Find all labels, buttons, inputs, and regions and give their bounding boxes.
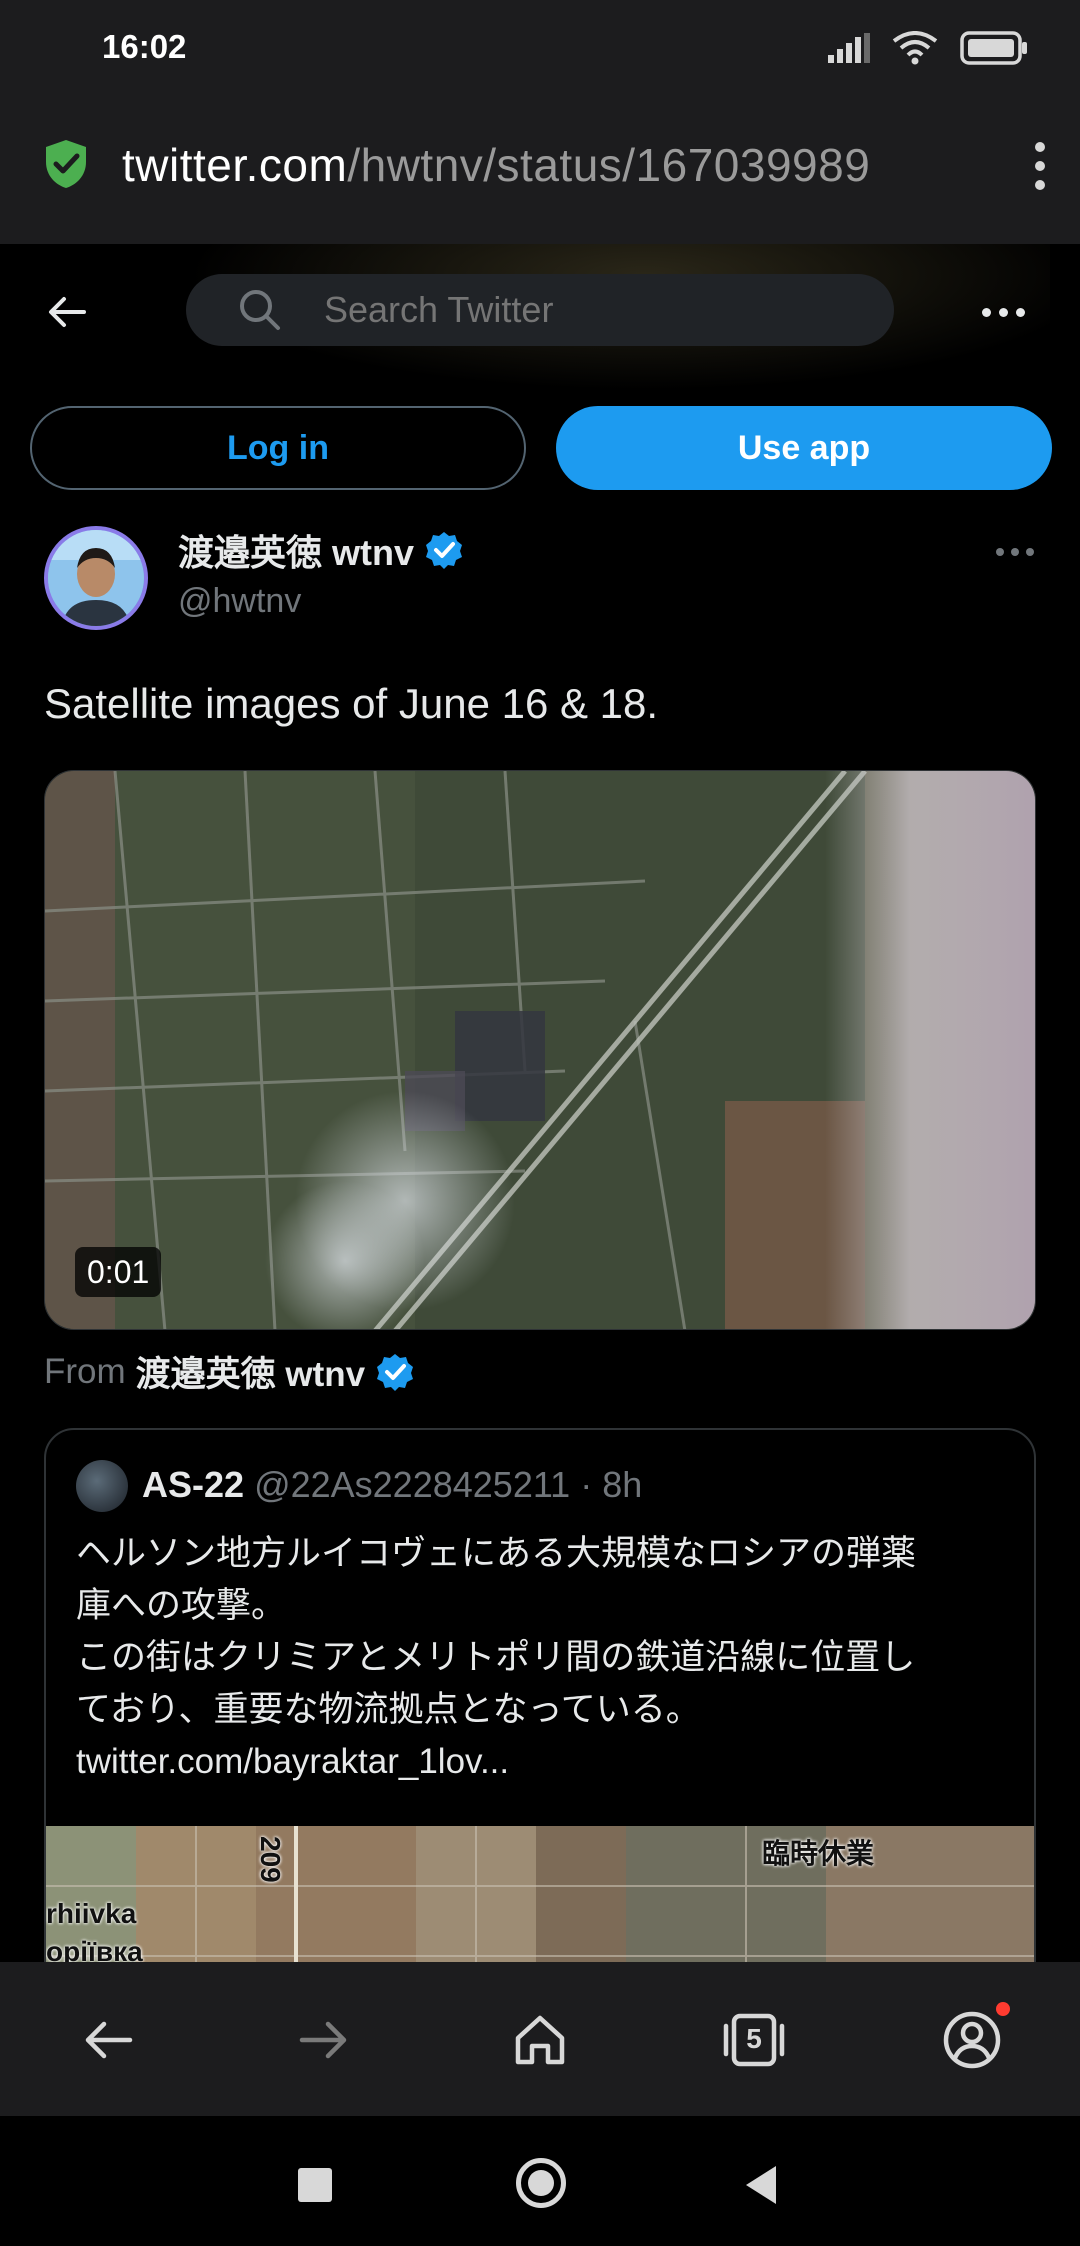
verified-badge-icon bbox=[377, 1353, 414, 1391]
tweet-text: Satellite images of June 16 & 18. bbox=[44, 680, 659, 727]
quoted-tweet[interactable]: AS-22 @22As2228425211 · 8h ヘルソン地方ルイコヴェにあ… bbox=[44, 1428, 1036, 2028]
tweet-video[interactable]: 0:01 bbox=[44, 770, 1036, 1330]
url-text[interactable]: twitter.com/hwtnv/status/167039989 bbox=[122, 138, 960, 192]
browser-home-icon[interactable] bbox=[508, 2008, 572, 2072]
wifi-icon bbox=[892, 31, 938, 65]
status-bar: 16:02 bbox=[0, 0, 1080, 96]
quoted-text-line: ており、重要な物流拠点となっている。 bbox=[76, 1690, 701, 1729]
use-app-button[interactable]: Use app bbox=[556, 406, 1052, 490]
twitter-header bbox=[0, 244, 1080, 400]
author-handle[interactable]: @hwtnv bbox=[178, 582, 301, 621]
quoted-text: ヘルソン地方ルイコヴェにある大規模なロシアの弾薬 庫への攻撃。 この街はクリミア… bbox=[76, 1528, 1016, 1788]
map-place-label: 臨時休業 bbox=[762, 1838, 875, 1869]
satellite-image bbox=[45, 771, 1035, 1329]
url-path: /hwtnv/status/167039989 bbox=[347, 139, 871, 191]
quoted-header: AS-22 @22As2228425211 · 8h bbox=[142, 1464, 642, 1506]
back-arrow-icon[interactable] bbox=[44, 288, 92, 336]
browser-tabs-icon[interactable]: 5 bbox=[722, 2008, 786, 2072]
back-icon[interactable] bbox=[746, 2166, 776, 2204]
quoted-meta: @22As2228425211 · 8h bbox=[254, 1464, 643, 1505]
header-more-icon[interactable] bbox=[982, 308, 1025, 317]
shield-icon bbox=[46, 140, 86, 188]
map-village-label: rhiivka bbox=[46, 1898, 137, 1929]
quoted-avatar bbox=[76, 1460, 128, 1512]
status-time: 16:02 bbox=[102, 28, 187, 65]
browser-url-bar[interactable]: twitter.com/hwtnv/status/167039989 bbox=[0, 96, 1080, 244]
system-nav-bar bbox=[0, 2116, 1080, 2246]
quoted-text-line: この街はクリミアとメリトポリ間の鉄道沿線に位置し bbox=[76, 1638, 916, 1677]
video-timestamp: 0:01 bbox=[75, 1247, 162, 1297]
browser-forward-icon[interactable] bbox=[292, 2008, 356, 2072]
from-name: 渡邉英徳 wtnv bbox=[135, 1355, 366, 1394]
search-input[interactable] bbox=[324, 289, 844, 331]
url-host: twitter.com bbox=[122, 139, 348, 191]
author-avatar[interactable] bbox=[44, 526, 148, 630]
battery-icon bbox=[960, 31, 1027, 65]
quoted-name: AS-22 bbox=[142, 1464, 245, 1505]
account-icon[interactable] bbox=[940, 2008, 1004, 2072]
from-prefix: From bbox=[44, 1351, 126, 1391]
quoted-text-line: ヘルソン地方ルイコヴェにある大規模なロシアの弾薬 bbox=[76, 1534, 917, 1573]
search-box[interactable] bbox=[186, 274, 894, 346]
tweet-more-icon[interactable] bbox=[996, 548, 1034, 556]
status-icons bbox=[828, 28, 1028, 68]
recents-icon[interactable] bbox=[298, 2168, 332, 2202]
browser-menu-icon[interactable] bbox=[1026, 136, 1054, 196]
quoted-text-line: 庫への攻撃。 bbox=[76, 1586, 287, 1625]
quoted-link[interactable]: twitter.com/bayraktar_1lov... bbox=[76, 1736, 1016, 1788]
login-button[interactable]: Log in bbox=[30, 406, 526, 490]
tab-count: 5 bbox=[746, 2023, 762, 2054]
signal-icon bbox=[828, 33, 870, 63]
home-icon[interactable] bbox=[516, 2158, 566, 2208]
verified-badge-icon bbox=[426, 532, 463, 569]
author-name[interactable]: 渡邉英徳 wtnv bbox=[178, 524, 464, 576]
video-source[interactable]: From 渡邉英徳 wtnv bbox=[44, 1346, 415, 1397]
browser-bottom-nav: 5 bbox=[0, 1962, 1080, 2116]
notification-dot bbox=[996, 2002, 1010, 2016]
browser-back-icon[interactable] bbox=[76, 2008, 140, 2072]
search-icon bbox=[240, 290, 280, 330]
map-road-label: 209 bbox=[255, 1836, 286, 1883]
author-name-text: 渡邉英徳 wtnv bbox=[178, 532, 415, 573]
